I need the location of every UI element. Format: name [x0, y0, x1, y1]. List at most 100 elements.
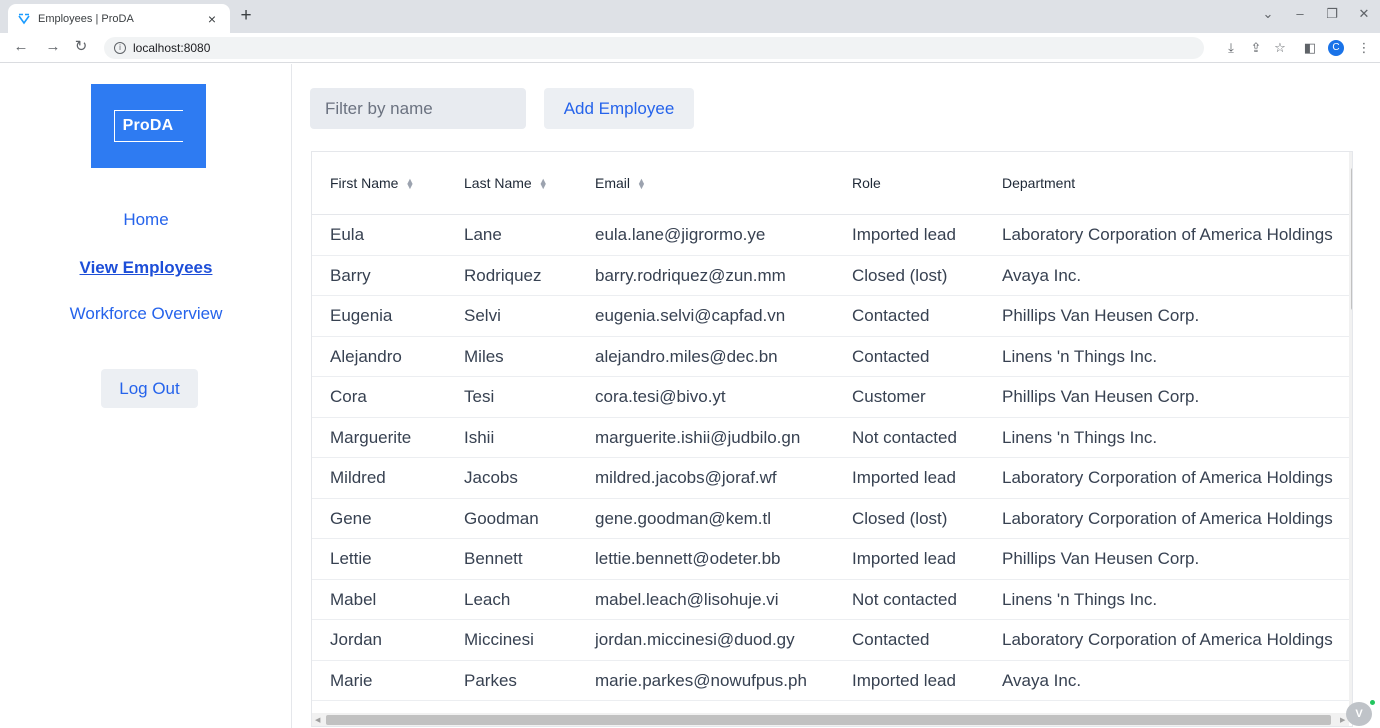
column-label: First Name — [330, 175, 399, 191]
column-header-first-name[interactable]: First Name ▲ ▼ — [330, 152, 414, 215]
table-row[interactable]: Eugenia Selvi eugenia.selvi@capfad.vn Conta… — [312, 296, 1352, 337]
email-cell: eula.lane@jigrormo.ye — [595, 225, 766, 244]
bookmark-star-icon[interactable]: ☆ — [1272, 40, 1288, 56]
minimize-icon[interactable]: – — [1290, 6, 1310, 21]
last-name-cell: Miccinesi — [464, 630, 534, 649]
table-row[interactable]: Cora Tesi cora.tesi@bivo.yt Customer Phillip… — [312, 377, 1352, 418]
profile-avatar[interactable]: C — [1328, 40, 1344, 56]
table-row[interactable]: Eula Lane eula.lane@jigrormo.ye Imported le… — [312, 215, 1352, 256]
column-header-last-name[interactable]: Last Name ▲ ▼ — [464, 152, 548, 215]
last-name-cell: Lane — [464, 225, 502, 244]
nav-view-employees[interactable]: View Employees — [0, 258, 292, 278]
role-cell: Not contacted — [852, 589, 957, 609]
scroll-up-arrow-icon[interactable]: ▲ — [1352, 154, 1353, 160]
horizontal-scroll-thumb[interactable] — [326, 715, 1331, 725]
scroll-right-arrow-icon[interactable]: ▶ — [1340, 716, 1345, 724]
first-name-cell: Cora — [330, 387, 367, 406]
first-name-cell: Marguerite — [330, 427, 412, 447]
department-cell: Avaya Inc. — [1002, 670, 1082, 690]
table-row[interactable]: Lettie Bennett lettie.bennett@odeter.bb Imp… — [312, 539, 1352, 580]
department-cell: Linens 'n Things Inc. — [1002, 589, 1158, 609]
email-cell: cora.tesi@bivo.yt — [595, 387, 726, 406]
app-logo: ProDA — [91, 84, 206, 168]
table-row[interactable]: Barry Rodriquez barry.rodriquez@zun.mm Clos… — [312, 256, 1352, 296]
address-bar[interactable]: i localhost:8080 — [104, 37, 1204, 59]
first-name-cell: Gene — [330, 508, 372, 528]
log-out-button[interactable]: Log Out — [101, 369, 198, 408]
department-cell: Phillips Van Heusen Corp. — [1002, 549, 1200, 568]
tab-search-icon[interactable]: ⌄ — [1258, 6, 1278, 22]
email-cell: marguerite.ishii@judbilo.gn — [595, 427, 801, 447]
filter-by-name-input[interactable]: Filter by name — [310, 88, 526, 129]
role-cell: Contacted — [852, 346, 930, 366]
column-header-department: Department — [1002, 175, 1076, 191]
last-name-cell: Miles — [464, 346, 504, 366]
address-url: localhost:8080 — [133, 41, 211, 55]
nav-workforce-overview[interactable]: Workforce Overview — [0, 304, 292, 324]
role-cell: Imported lead — [852, 468, 956, 487]
vertical-scroll-thumb[interactable] — [1351, 168, 1352, 310]
restore-icon[interactable]: ❐ — [1322, 6, 1342, 22]
department-cell: Avaya Inc. — [1002, 265, 1082, 285]
table-row[interactable]: Mildred Jacobs mildred.jacobs@joraf.wf Impo… — [312, 458, 1352, 499]
vertical-scrollbar[interactable]: ▲ ▼ — [1349, 152, 1353, 712]
browser-tab[interactable]: Employees | ProDA × — [8, 4, 230, 33]
role-cell: Contacted — [852, 306, 930, 325]
column-label: Last Name — [464, 175, 532, 191]
sidebar: ProDA Home View Employees Workforce Over… — [0, 64, 292, 728]
sort-icon[interactable]: ▲ ▼ — [539, 177, 548, 191]
table-row[interactable]: Marguerite Ishii marguerite.ishii@judbilo.… — [312, 418, 1352, 458]
department-cell: Phillips Van Heusen Corp. — [1002, 387, 1200, 406]
table-row[interactable]: Gene Goodman gene.goodman@kem.tl Closed (lo… — [312, 499, 1352, 539]
install-app-icon[interactable]: ⤓ — [1223, 40, 1239, 56]
email-cell: barry.rodriquez@zun.mm — [595, 265, 786, 285]
last-name-cell: Leach — [464, 589, 511, 609]
first-name-cell: Eula — [330, 225, 365, 244]
horizontal-scrollbar[interactable]: ◀ ▶ — [312, 713, 1349, 726]
add-employee-button[interactable]: Add Employee — [544, 88, 694, 129]
first-name-cell: Marie — [330, 670, 373, 690]
table-row[interactable]: Mabel Leach mabel.leach@lisohuje.vi Not con… — [312, 580, 1352, 620]
kebab-menu-icon[interactable]: ⋮ — [1356, 40, 1372, 56]
role-cell: Customer — [852, 387, 926, 406]
last-name-cell: Jacobs — [464, 468, 518, 487]
reload-icon[interactable]: ↻ — [72, 38, 90, 56]
sort-icon[interactable]: ▲ ▼ — [637, 177, 646, 191]
sort-icon[interactable]: ▲ ▼ — [405, 177, 414, 191]
employee-grid: First Name ▲ ▼ Last Name ▲ ▼ Email ▲ ▼ Role De… — [311, 151, 1353, 727]
role-cell: Closed (lost) — [852, 265, 948, 285]
column-header-role: Role — [852, 175, 881, 191]
department-cell: Laboratory Corporation of America Holdin… — [1002, 508, 1333, 528]
close-tab-icon[interactable]: × — [204, 11, 220, 27]
role-cell: Closed (lost) — [852, 508, 948, 528]
nav-home[interactable]: Home — [0, 210, 292, 230]
browser-toolbar: ← → ↻ i localhost:8080 ⤓ ⇪ ☆ ◧ C ⋮ — [0, 33, 1380, 63]
forward-arrow-icon[interactable]: → — [44, 38, 62, 56]
email-cell: alejandro.miles@dec.bn — [595, 346, 778, 366]
email-cell: mabel.leach@lisohuje.vi — [595, 589, 779, 609]
last-name-cell: Ishii — [464, 427, 495, 447]
share-icon[interactable]: ⇪ — [1248, 40, 1264, 56]
window-close-icon[interactable]: ✕ — [1354, 6, 1374, 22]
first-name-cell: Mabel — [330, 589, 377, 609]
email-cell: marie.parkes@nowufpus.ph — [595, 670, 807, 690]
table-row[interactable]: Marie Parkes marie.parkes@nowufpus.ph Impor… — [312, 661, 1352, 701]
department-cell: Laboratory Corporation of America Holdin… — [1002, 468, 1333, 487]
scroll-left-arrow-icon[interactable]: ◀ — [315, 716, 320, 724]
new-tab-button[interactable]: + — [236, 5, 256, 27]
back-arrow-icon[interactable]: ← — [12, 38, 30, 56]
first-name-cell: Lettie — [330, 549, 372, 568]
first-name-cell: Alejandro — [330, 346, 402, 366]
role-cell: Imported lead — [852, 670, 956, 690]
side-panel-icon[interactable]: ◧ — [1302, 40, 1318, 56]
first-name-cell: Eugenia — [330, 306, 393, 325]
table-row[interactable]: Jordan Miccinesi jordan.miccinesi@duod.gy C… — [312, 620, 1352, 661]
email-cell: mildred.jacobs@joraf.wf — [595, 468, 777, 487]
table-row[interactable]: Alejandro Miles alejandro.miles@dec.bn Cont… — [312, 337, 1352, 377]
role-cell: Contacted — [852, 630, 930, 649]
column-header-email[interactable]: Email ▲ ▼ — [595, 152, 646, 215]
vaadin-dev-tools-icon[interactable]: V — [1346, 702, 1372, 726]
first-name-cell: Mildred — [330, 468, 386, 487]
browser-tab-title: Employees | ProDA — [38, 12, 134, 25]
site-info-icon[interactable]: i — [114, 42, 126, 54]
